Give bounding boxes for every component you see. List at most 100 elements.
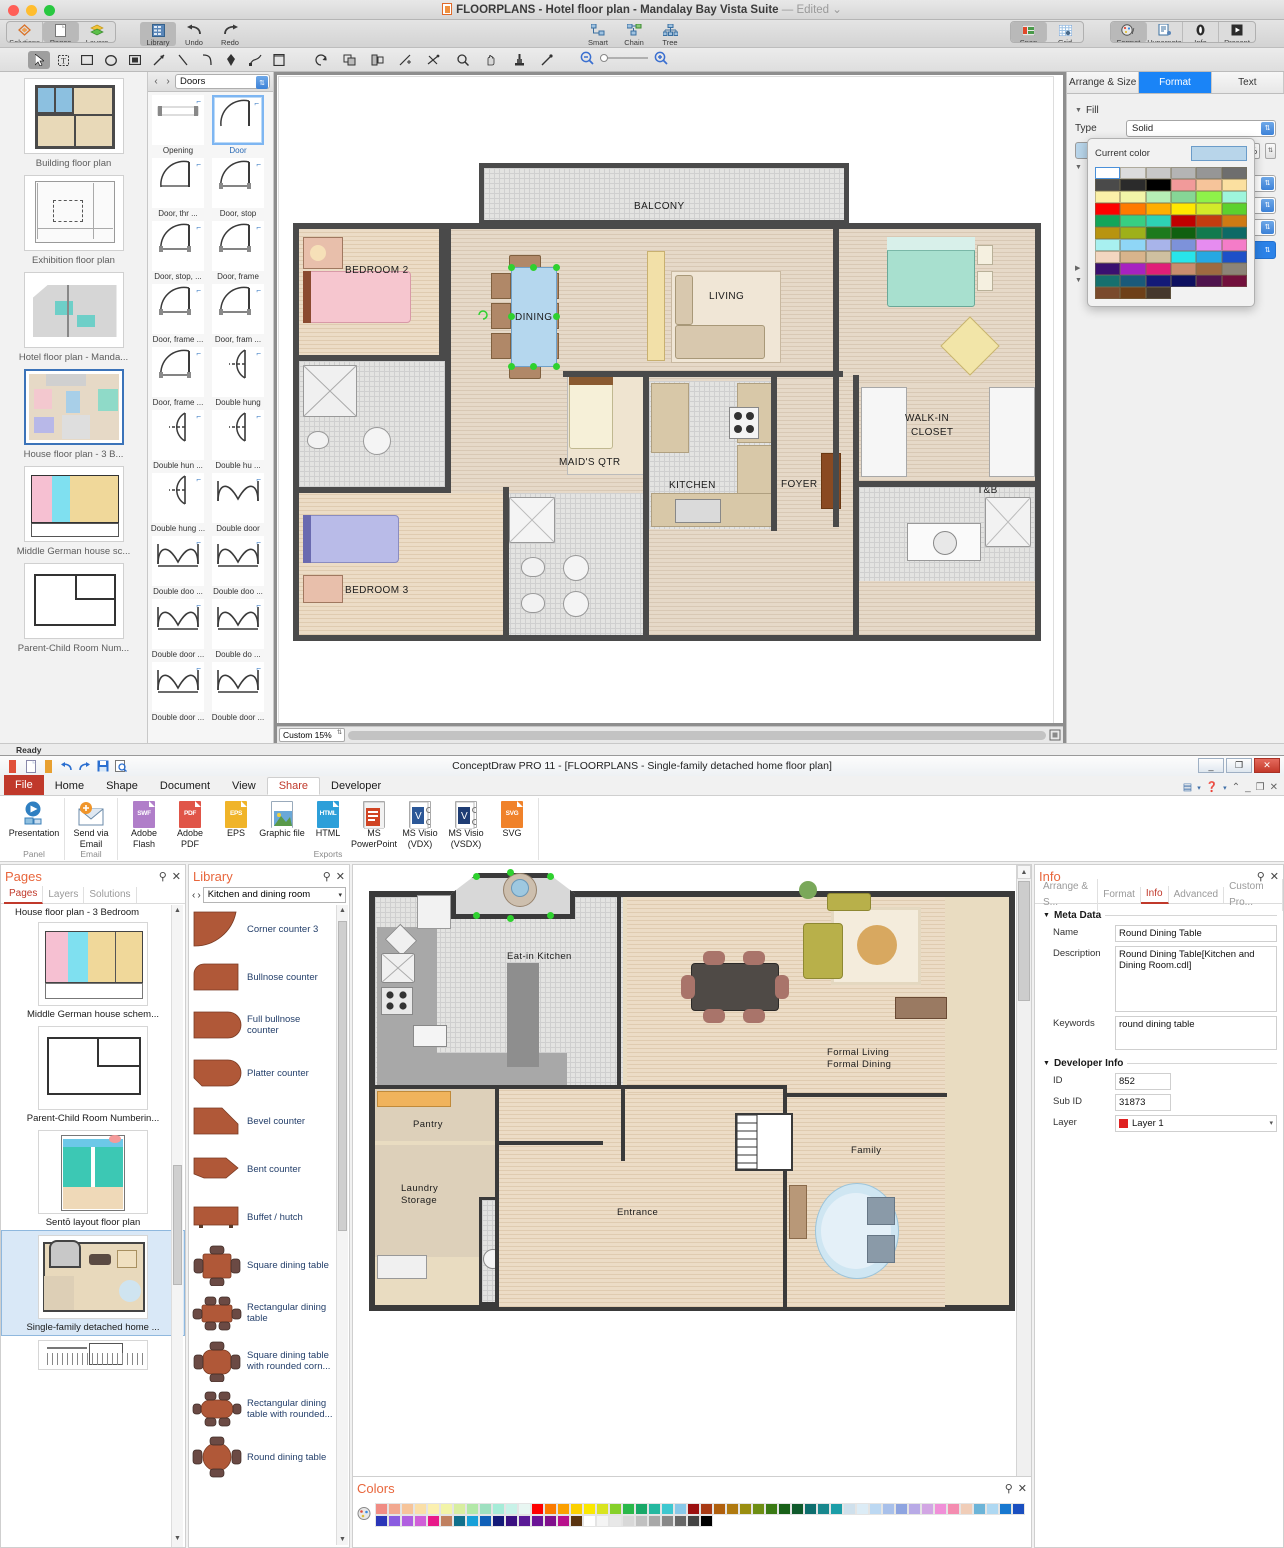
ribbon-tab-share[interactable]: Share <box>266 777 321 795</box>
ribbon-window-controls[interactable]: ▤ ▾ ❓ ▾ ⌃ _ ❐ ✕ <box>1183 782 1278 793</box>
color-swatch[interactable] <box>570 1503 583 1515</box>
eyedropper-tool[interactable] <box>536 51 558 69</box>
color-swatch[interactable] <box>388 1515 401 1527</box>
format-inspector-button[interactable]: / Format <box>1111 22 1147 42</box>
color-swatch[interactable] <box>934 1503 947 1515</box>
library-item-full-bullnose-counter[interactable]: Full bullnose counter <box>189 1001 335 1049</box>
zoom-level-select[interactable]: Custom 15% ⇅ <box>279 728 345 742</box>
color-swatch[interactable] <box>635 1503 648 1515</box>
fill-type-select[interactable]: Solid ⇅ <box>1126 120 1276 137</box>
color-swatch[interactable] <box>1221 263 1247 275</box>
ellipse-tool[interactable] <box>100 51 122 69</box>
mac-drawing-canvas[interactable]: BALCONY BEDROOM 2 BEDROOM 3 DINING LIVIN… <box>277 75 1063 723</box>
color-swatch[interactable] <box>531 1515 544 1527</box>
opacity-stepper[interactable]: ⇅ <box>1265 142 1276 159</box>
template-item-german-house[interactable]: Middle German house sc... <box>0 460 147 557</box>
color-swatch[interactable] <box>505 1515 518 1527</box>
template-item-exhibition[interactable]: Exhibition floor plan <box>0 169 147 266</box>
color-swatch[interactable] <box>570 1515 583 1527</box>
color-swatch[interactable] <box>414 1503 427 1515</box>
color-swatch[interactable] <box>1171 227 1197 239</box>
color-swatch[interactable] <box>1196 167 1222 179</box>
color-swatch[interactable] <box>1120 251 1146 263</box>
tab-layers[interactable]: Layers <box>43 887 85 903</box>
pen-tool[interactable] <box>220 51 242 69</box>
page-item-parent-child[interactable]: Parent-Child Room Numberin... <box>1 1022 185 1126</box>
library-shape-door-frame4[interactable]: ⌐ Door, frame ... <box>148 344 208 407</box>
image-export-button[interactable]: Graphic file <box>259 798 305 849</box>
color-swatch[interactable] <box>908 1503 921 1515</box>
color-swatch[interactable] <box>1120 203 1146 215</box>
color-swatch[interactable] <box>427 1503 440 1515</box>
library-shape-door-frame2[interactable]: ⌐ Door, frame ... <box>148 281 208 344</box>
color-swatch[interactable] <box>1095 275 1121 287</box>
inspector-tabs[interactable]: Arrange & Size Format Text <box>1067 72 1284 94</box>
color-swatch[interactable] <box>622 1515 635 1527</box>
template-item-building[interactable]: Building floor plan <box>0 72 147 169</box>
chain-connector-button[interactable]: Chain <box>616 22 652 48</box>
color-swatch[interactable] <box>869 1503 882 1515</box>
selection-handle[interactable] <box>530 264 537 271</box>
tab-custom-properties[interactable]: Custom Pro... <box>1224 879 1283 911</box>
ribbon-tab-shape[interactable]: Shape <box>95 777 149 795</box>
html-export-button[interactable]: HTML HTML <box>305 798 351 849</box>
library-shape-double-door5[interactable]: ⌐ Double do ... <box>208 596 268 659</box>
id-input[interactable]: 852 <box>1115 1073 1171 1090</box>
color-swatch[interactable] <box>1120 287 1146 299</box>
chevron-down-icon[interactable]: ⌄ <box>832 4 842 16</box>
zoom-tool[interactable] <box>452 51 474 69</box>
color-swatch[interactable] <box>453 1515 466 1527</box>
color-swatch[interactable] <box>1095 239 1121 251</box>
color-swatch[interactable] <box>557 1503 570 1515</box>
canvas-viewport[interactable]: Eat-in Kitchen Pantry Laundry Storage En… <box>355 867 1015 1513</box>
chevron-updown-icon[interactable]: ⇅ <box>1261 177 1274 190</box>
scroll-up-icon[interactable]: ▲ <box>1017 865 1031 879</box>
color-swatch[interactable] <box>1095 215 1121 227</box>
close-button[interactable]: ✕ <box>1254 758 1280 773</box>
chevron-updown-icon[interactable]: ⇅ <box>1261 122 1274 135</box>
selection-handle[interactable] <box>530 363 537 370</box>
color-swatch[interactable] <box>739 1503 752 1515</box>
library-item-bevel-counter[interactable]: Bevel counter <box>189 1097 335 1145</box>
info-panel-tabs[interactable]: Arrange & S... Format Info Advanced Cust… <box>1035 879 1283 911</box>
triangle-down-icon[interactable]: ▼ <box>1043 912 1050 919</box>
color-swatch[interactable] <box>1145 251 1171 263</box>
color-swatch[interactable] <box>817 1503 830 1515</box>
color-swatch[interactable] <box>1221 215 1247 227</box>
minimize-ribbon-icon[interactable]: ⌃ <box>1232 782 1240 793</box>
selection-handle[interactable] <box>508 264 515 271</box>
color-swatch[interactable] <box>661 1515 674 1527</box>
library-category-select[interactable]: Kitchen and dining room ▾ <box>202 887 346 903</box>
solutions-button[interactable]: Solutions <box>7 22 43 42</box>
color-swatch[interactable] <box>1196 179 1222 191</box>
color-swatch[interactable] <box>1171 191 1197 203</box>
selection-handle[interactable] <box>553 313 560 320</box>
page-item-single-family[interactable]: Single-family detached home ... <box>1 1230 185 1336</box>
fill-section-header[interactable]: ▼ Fill <box>1075 105 1276 116</box>
color-swatch[interactable] <box>921 1503 934 1515</box>
selection-handle[interactable] <box>547 912 554 919</box>
rectangle-tool[interactable] <box>76 51 98 69</box>
color-swatch[interactable] <box>1145 287 1171 299</box>
color-swatch[interactable] <box>1196 239 1222 251</box>
pages-panel-tabs[interactable]: Pages Layers Solutions <box>1 886 185 904</box>
library-shape-double-door7[interactable]: ⌐ Double door ... <box>208 659 268 722</box>
color-swatch[interactable] <box>427 1515 440 1527</box>
color-swatch[interactable] <box>531 1503 544 1515</box>
color-swatch[interactable] <box>1171 239 1197 251</box>
ribbon-tab-home[interactable]: Home <box>44 777 95 795</box>
chevron-updown-icon[interactable]: ⇅ <box>1261 199 1274 212</box>
color-swatch[interactable] <box>1145 179 1171 191</box>
library-item-buffet-hutch[interactable]: Buffet / hutch <box>189 1193 335 1241</box>
color-swatch[interactable] <box>1120 179 1146 191</box>
chevron-down-icon[interactable]: ▾ <box>338 889 342 903</box>
canvas-vertical-scrollbar[interactable]: ▲ ▼ <box>1016 865 1031 1513</box>
library-scrollbar[interactable]: ▲ ▼ <box>336 905 348 1545</box>
doc-minimize-icon[interactable]: _ <box>1245 782 1251 793</box>
select-tool[interactable] <box>28 51 50 69</box>
tab-info[interactable]: Info <box>1140 886 1169 904</box>
name-input[interactable]: Round Dining Table <box>1115 925 1277 942</box>
library-next-icon[interactable]: › <box>197 890 200 901</box>
color-swatch[interactable] <box>1120 191 1146 203</box>
doc-restore-icon[interactable]: ❐ <box>1256 782 1265 793</box>
